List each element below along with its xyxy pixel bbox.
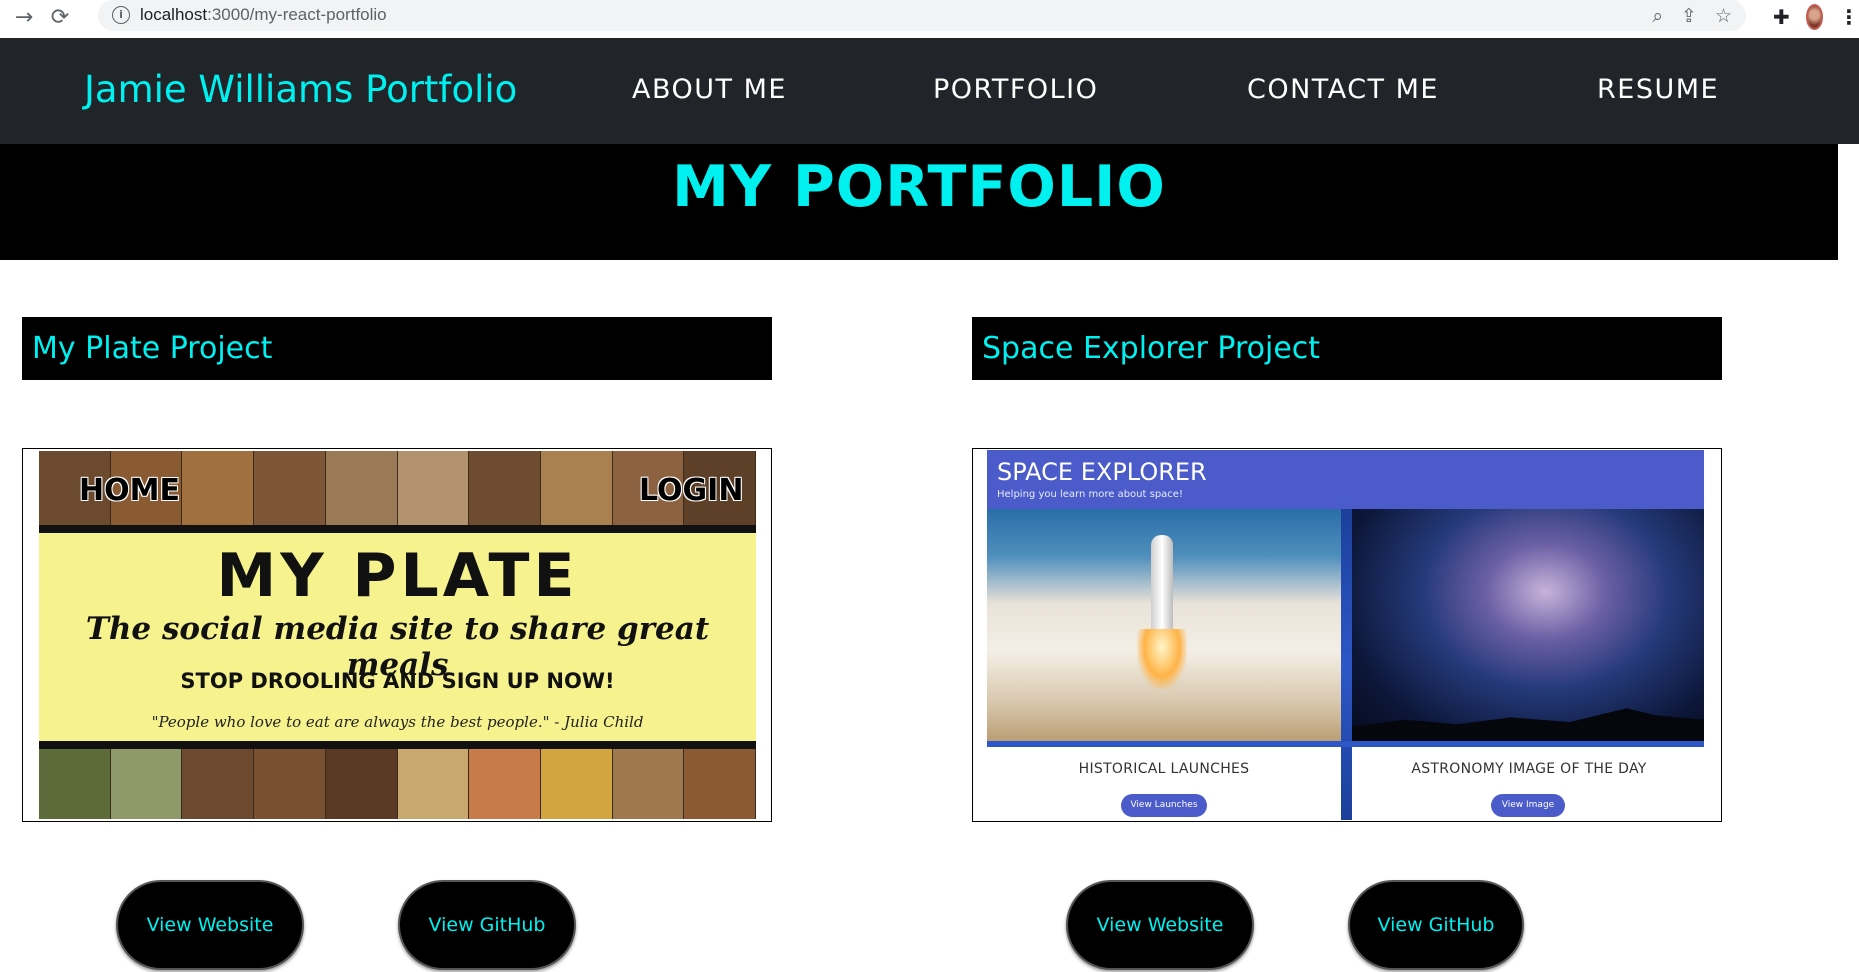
site-header: Jamie Williams Portfolio ABOUT ME PORTFO… xyxy=(0,38,1859,144)
my-plate-screenshot: HOME LOGIN MY PLATE The social media sit… xyxy=(39,451,756,819)
card-label-apod: ASTRONOMY IMAGE OF THE DAY xyxy=(1411,761,1647,777)
project-preview-my-plate[interactable]: HOME LOGIN MY PLATE The social media sit… xyxy=(22,448,772,822)
skyline-silhouette xyxy=(1352,708,1704,745)
nav-about-me[interactable]: ABOUT ME xyxy=(632,74,787,105)
title-band: MY PORTFOLIO xyxy=(0,144,1838,260)
preview-cta: STOP DROOLING AND SIGN UP NOW! xyxy=(180,669,615,693)
divider xyxy=(1341,509,1352,820)
project-preview-space-explorer[interactable]: SPACE EXPLORER Helping you learn more ab… xyxy=(972,448,1722,822)
launch-image xyxy=(987,509,1341,745)
url-host: localhost xyxy=(140,5,208,24)
view-website-button[interactable]: View Website xyxy=(116,880,304,970)
brand-link[interactable]: Jamie Williams Portfolio xyxy=(84,68,517,111)
zoom-icon[interactable]: ⌕ xyxy=(1652,5,1663,27)
nav-contact-me[interactable]: CONTACT ME xyxy=(1247,74,1439,105)
browser-toolbar: → ⟳ i localhost:3000/my-react-portfolio … xyxy=(0,0,1859,38)
url-path: :3000/my-react-portfolio xyxy=(207,5,387,24)
page-title: MY PORTFOLIO xyxy=(672,154,1166,220)
card-label-launches: HISTORICAL LAUNCHES xyxy=(1078,761,1250,777)
view-github-button[interactable]: View GitHub xyxy=(398,880,576,970)
extension-area: ✚ ⋮ xyxy=(1759,1,1859,33)
flame-icon xyxy=(1137,629,1187,689)
divider xyxy=(987,741,1704,747)
preview-header: SPACE EXPLORER Helping you learn more ab… xyxy=(987,450,1704,509)
food-photo-strip-bottom xyxy=(39,749,756,819)
kebab-icon[interactable]: ⋮ xyxy=(1839,5,1859,29)
nav-portfolio[interactable]: PORTFOLIO xyxy=(933,74,1098,105)
view-website-button[interactable]: View Website xyxy=(1066,880,1254,970)
preview-view-image-button: View Image xyxy=(1491,794,1565,817)
preview-login-link: LOGIN xyxy=(639,473,744,508)
project-heading-my-plate: My Plate Project xyxy=(22,317,772,380)
preview-title: MY PLATE xyxy=(216,541,579,611)
address-bar[interactable]: i localhost:3000/my-react-portfolio ⌕ ⇪ … xyxy=(98,0,1746,31)
view-github-button[interactable]: View GitHub xyxy=(1348,880,1524,970)
preview-title: SPACE EXPLORER xyxy=(997,458,1207,486)
address-bar-actions: ⌕ ⇪ ☆ xyxy=(1652,3,1732,29)
nav-resume[interactable]: RESUME xyxy=(1597,74,1719,105)
divider xyxy=(39,741,756,749)
divider xyxy=(39,525,756,533)
profile-avatar[interactable] xyxy=(1805,4,1823,30)
project-heading-space-explorer: Space Explorer Project xyxy=(972,317,1722,380)
preview-view-launches-button: View Launches xyxy=(1121,794,1207,817)
url-text[interactable]: localhost:3000/my-react-portfolio xyxy=(140,5,387,25)
space-explorer-screenshot: SPACE EXPLORER Helping you learn more ab… xyxy=(987,450,1704,820)
info-icon[interactable]: i xyxy=(112,6,130,24)
galaxy-image xyxy=(1352,509,1704,745)
puzzle-icon[interactable]: ✚ xyxy=(1773,5,1790,29)
preview-subtitle: Helping you learn more about space! xyxy=(997,489,1183,500)
preview-home-link: HOME xyxy=(79,473,180,508)
preview-quote: "People who love to eat are always the b… xyxy=(151,713,644,731)
star-icon[interactable]: ☆ xyxy=(1715,5,1732,27)
rocket-icon xyxy=(1151,535,1173,635)
share-icon[interactable]: ⇪ xyxy=(1681,5,1697,27)
arrow-right-icon[interactable]: → xyxy=(10,4,38,32)
reload-icon[interactable]: ⟳ xyxy=(46,4,74,32)
project-title: My Plate Project xyxy=(32,331,273,366)
project-title: Space Explorer Project xyxy=(982,331,1321,366)
